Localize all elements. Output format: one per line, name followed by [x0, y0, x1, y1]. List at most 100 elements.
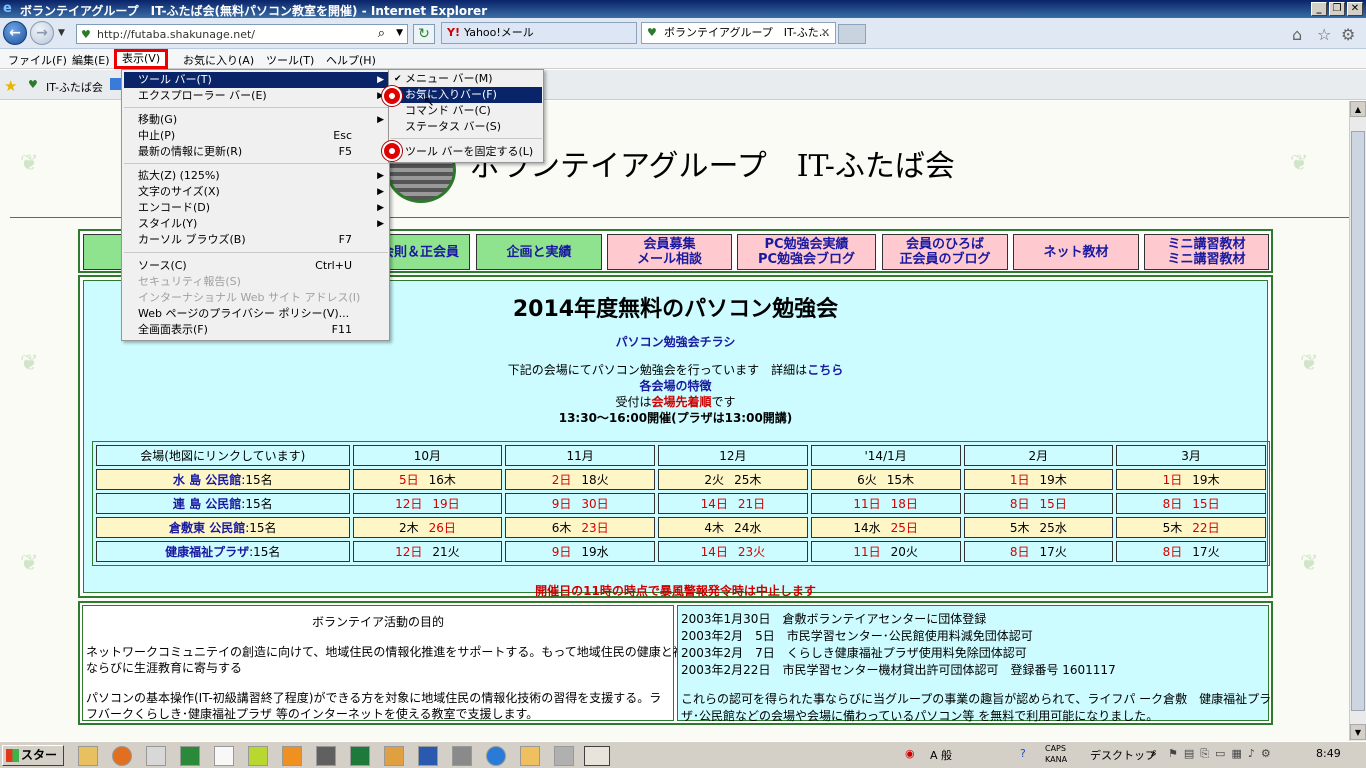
favorites-star-icon[interactable]: ☆ [1317, 25, 1331, 44]
app-icon[interactable] [486, 746, 506, 766]
nav-item-plans[interactable]: 企画と実績 [476, 234, 602, 270]
firefox-icon[interactable] [112, 746, 132, 766]
help-icon[interactable]: ? [1020, 747, 1026, 760]
address-dropdown-icon[interactable]: ▼ [396, 28, 403, 38]
nav-item-recruit[interactable]: 会員募集 メール相談 [607, 234, 732, 270]
session-date: 19日 [432, 497, 460, 511]
address-bar[interactable]: ♥ http://futaba.shakunage.net/ ⌕ ▼ [76, 24, 408, 44]
app-icon[interactable] [180, 746, 200, 766]
session-date: 2火 [704, 473, 725, 487]
app-icon[interactable] [554, 746, 574, 766]
address-url[interactable]: http://futaba.shakunage.net/ [97, 28, 255, 41]
start-button[interactable]: スタート [2, 745, 64, 768]
ime-indicator[interactable]: A 般 [930, 747, 952, 763]
nav-item-net-materials[interactable]: ネット教材 [1013, 234, 1139, 270]
session-date: 25木 [734, 473, 762, 487]
excel-icon[interactable] [350, 746, 370, 766]
view-menu-item[interactable]: カーソル ブラウズ(B) F7 [124, 232, 388, 248]
table-header-cell: 会場(地図にリンクしています) [96, 445, 350, 466]
toolbar-submenu-item[interactable]: ステータス バー(S) [391, 119, 542, 135]
venue-link[interactable]: 健康福祉プラザ [165, 545, 249, 559]
venue-capacity: :15名 [245, 521, 277, 535]
nav-item-mini-course[interactable]: ミニ講習教材 ミニ講習教材 [1144, 234, 1269, 270]
view-menu-item[interactable]: 最新の情報に更新(R) F5 [124, 144, 388, 160]
view-menu-item[interactable]: エンコード(D) ▶ [124, 200, 388, 216]
gear-icon[interactable]: ⚙ [1341, 25, 1355, 44]
tab-futaba[interactable]: ♥ ボランテイアグループ IT-ふた… ✕ [641, 22, 836, 44]
history-panel: 2003年1月30日 倉敷ボランテイアセンターに団体登録 2003年2月 5日 … [677, 605, 1271, 723]
view-menu-item[interactable]: 中止(P) Esc [124, 128, 388, 144]
toolbar-submenu-item[interactable]: ✔お気に入りバー(F) [391, 87, 542, 103]
home-icon[interactable]: ⌂ [1292, 25, 1302, 44]
word-icon[interactable] [418, 746, 438, 766]
scroll-thumb[interactable] [1351, 131, 1365, 711]
back-button[interactable]: ← [3, 21, 27, 45]
explorer-icon[interactable] [78, 746, 98, 766]
vertical-scrollbar[interactable]: ▲ ▼ [1349, 101, 1366, 741]
history-dropdown-icon[interactable]: ▼ [58, 28, 65, 38]
sprout-decoration-icon: ❦ [1300, 551, 1319, 576]
menu-item-label: セキュリティ報告(S) [138, 275, 241, 288]
search-icon[interactable]: ⌕ [378, 26, 385, 41]
menu-view[interactable]: 表示(V) [114, 49, 169, 69]
favorites-star-icon[interactable]: ★ [4, 77, 17, 95]
session-date: 12日 [395, 545, 423, 559]
features-link[interactable]: 各会場の特徴 [84, 377, 1267, 394]
app-icon[interactable] [316, 746, 336, 766]
scroll-up-icon[interactable]: ▲ [1350, 101, 1366, 117]
menu-file[interactable]: ファイル(F) [8, 52, 67, 68]
view-menu-item[interactable]: 拡大(Z) (125%) ▶ [124, 168, 388, 184]
venue-cell: 連 島 公民館:15名 [96, 493, 350, 514]
minimize-button[interactable]: _ [1311, 2, 1327, 16]
menu-favorites[interactable]: お気に入り(A) [183, 52, 254, 68]
view-menu-item[interactable]: セキュリティ報告(S) [124, 274, 388, 290]
app-icon[interactable] [452, 746, 472, 766]
view-menu-item[interactable]: エクスプローラー バー(E) ▶ [124, 88, 388, 104]
toolbar-submenu-item[interactable]: ✔ツール バーを固定する(L) [391, 144, 542, 160]
app-icon[interactable] [384, 746, 404, 766]
scroll-down-icon[interactable]: ▼ [1350, 724, 1366, 740]
toolbar-submenu-item[interactable]: コマンド バー(C) [391, 103, 542, 119]
notepad-icon[interactable] [214, 746, 234, 766]
desktop-toolbar[interactable]: デスクトップ [1090, 747, 1156, 763]
close-button[interactable]: ✕ [1347, 2, 1363, 16]
session-date: 2日 [551, 473, 572, 487]
nav-item-members-plaza[interactable]: 会員のひろば 正会員のブログ [882, 234, 1008, 270]
menu-edit[interactable]: 編集(E) [72, 52, 110, 68]
menu-help[interactable]: ヘルプ(H) [326, 52, 376, 68]
menu-tools[interactable]: ツール(T) [266, 52, 314, 68]
view-menu-item[interactable]: ツール バー(T) ▶ [124, 72, 388, 88]
view-menu-item[interactable]: スタイル(Y) ▶ [124, 216, 388, 232]
forward-button[interactable]: → [30, 21, 54, 45]
view-menu-item[interactable]: Web ページのプライバシー ポリシー(V)... [124, 306, 388, 322]
view-menu-item[interactable]: インターナショナル Web サイト アドレス(I) [124, 290, 388, 306]
toolbar-submenu-item[interactable]: ✔ メニュー バー(M) [391, 71, 542, 87]
app-icon[interactable] [146, 746, 166, 766]
refresh-button[interactable]: ↻ [413, 24, 435, 44]
venue-link[interactable]: 倉敷東 公民館 [169, 521, 245, 535]
session-date: 8日 [1009, 497, 1030, 511]
ie-taskbar-icon[interactable] [584, 746, 610, 766]
app-icon[interactable] [520, 746, 540, 766]
favorite-link-futaba[interactable]: IT-ふたば会 [46, 79, 103, 95]
tab-close-icon[interactable]: ✕ [821, 23, 830, 43]
view-menu-item[interactable]: ソース(C) Ctrl+U [124, 258, 388, 274]
tab-yahoo-mail[interactable]: Y! Yahoo!メール [441, 22, 637, 44]
navigation-bar: ← → ▼ ♥ http://futaba.shakunage.net/ ⌕ ▼… [0, 18, 1366, 49]
venue-link[interactable]: 水 島 公民館 [173, 473, 241, 487]
nav-item-pc-study[interactable]: PC勉強会実績 PC勉強会ブログ [737, 234, 876, 270]
view-menu-item[interactable]: 全画面表示(F) F11 [124, 322, 388, 338]
venue-link[interactable]: 連 島 公民館 [173, 497, 241, 511]
new-tab-button[interactable] [838, 24, 866, 44]
view-menu-item[interactable]: 文字のサイズ(X) ▶ [124, 184, 388, 200]
view-menu-item[interactable]: 移動(G) ▶ [124, 112, 388, 128]
app-icon[interactable] [248, 746, 268, 766]
restore-button[interactable]: ❐ [1329, 2, 1345, 16]
tray-icons[interactable]: ⚑▤⎘▭▦♪⚙ [1168, 747, 1277, 761]
chevron-right-icon[interactable]: » [1150, 747, 1157, 760]
app-tray-icon[interactable]: ◉ [905, 747, 915, 760]
vlc-icon[interactable] [282, 746, 302, 766]
session-date: 25日 [890, 521, 918, 535]
details-link[interactable]: こちら [807, 363, 843, 377]
venue-cell: 倉敷東 公民館:15名 [96, 517, 350, 538]
